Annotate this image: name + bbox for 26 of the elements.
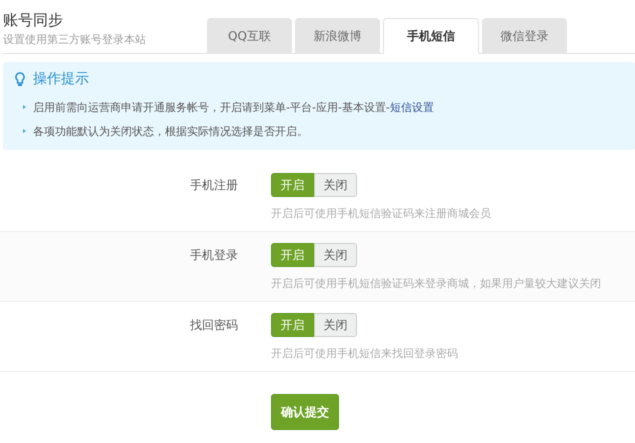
toggle-option[interactable]: 开启 bbox=[271, 313, 314, 337]
tab[interactable]: 手机短信 bbox=[383, 18, 479, 54]
toggle-option[interactable]: 关闭 bbox=[314, 313, 357, 337]
tab[interactable]: 微信登录 bbox=[482, 18, 567, 54]
bullet-icon bbox=[23, 129, 26, 133]
tip-text: 启用前需向运营商申请开通服务帐号，开启请到菜单-平台-应用-基本设置-短信设置 bbox=[33, 100, 434, 114]
page-title: 账号同步 bbox=[3, 11, 64, 30]
setting-hint: 开启后可使用手机短信验证码来注册商城会员 bbox=[271, 206, 491, 221]
toggle-option[interactable]: 开启 bbox=[271, 173, 314, 197]
setting-hint: 开启后可使用手机短信来找回登录密码 bbox=[271, 346, 458, 361]
tip-text: 各项功能默认为关闭状态，根据实际情况选择是否开启。 bbox=[33, 124, 308, 138]
toggle-option[interactable]: 关闭 bbox=[314, 243, 357, 267]
setting-label: 手机注册 bbox=[189, 177, 238, 191]
setting-label: 找回密码 bbox=[189, 317, 238, 331]
tab[interactable]: 新浪微博 bbox=[295, 18, 380, 54]
toggle-option[interactable]: 关闭 bbox=[314, 173, 357, 197]
page-subtitle: 设置使用第三方账号登录本站 bbox=[3, 32, 147, 47]
toggle-option[interactable]: 开启 bbox=[271, 243, 314, 267]
tab[interactable]: QQ互联 bbox=[207, 18, 292, 54]
setting-label: 手机登录 bbox=[189, 247, 238, 261]
bullet-icon bbox=[23, 105, 26, 109]
settings-link[interactable]: 短信设置 bbox=[390, 100, 434, 114]
lightbulb-icon bbox=[15, 72, 25, 86]
setting-hint: 开启后可使用手机短信验证码来登录商城，如果用户量较大建议关闭 bbox=[271, 276, 601, 291]
submit-button[interactable]: 确认提交 bbox=[271, 394, 339, 430]
tips-title: 操作提示 bbox=[33, 70, 89, 88]
